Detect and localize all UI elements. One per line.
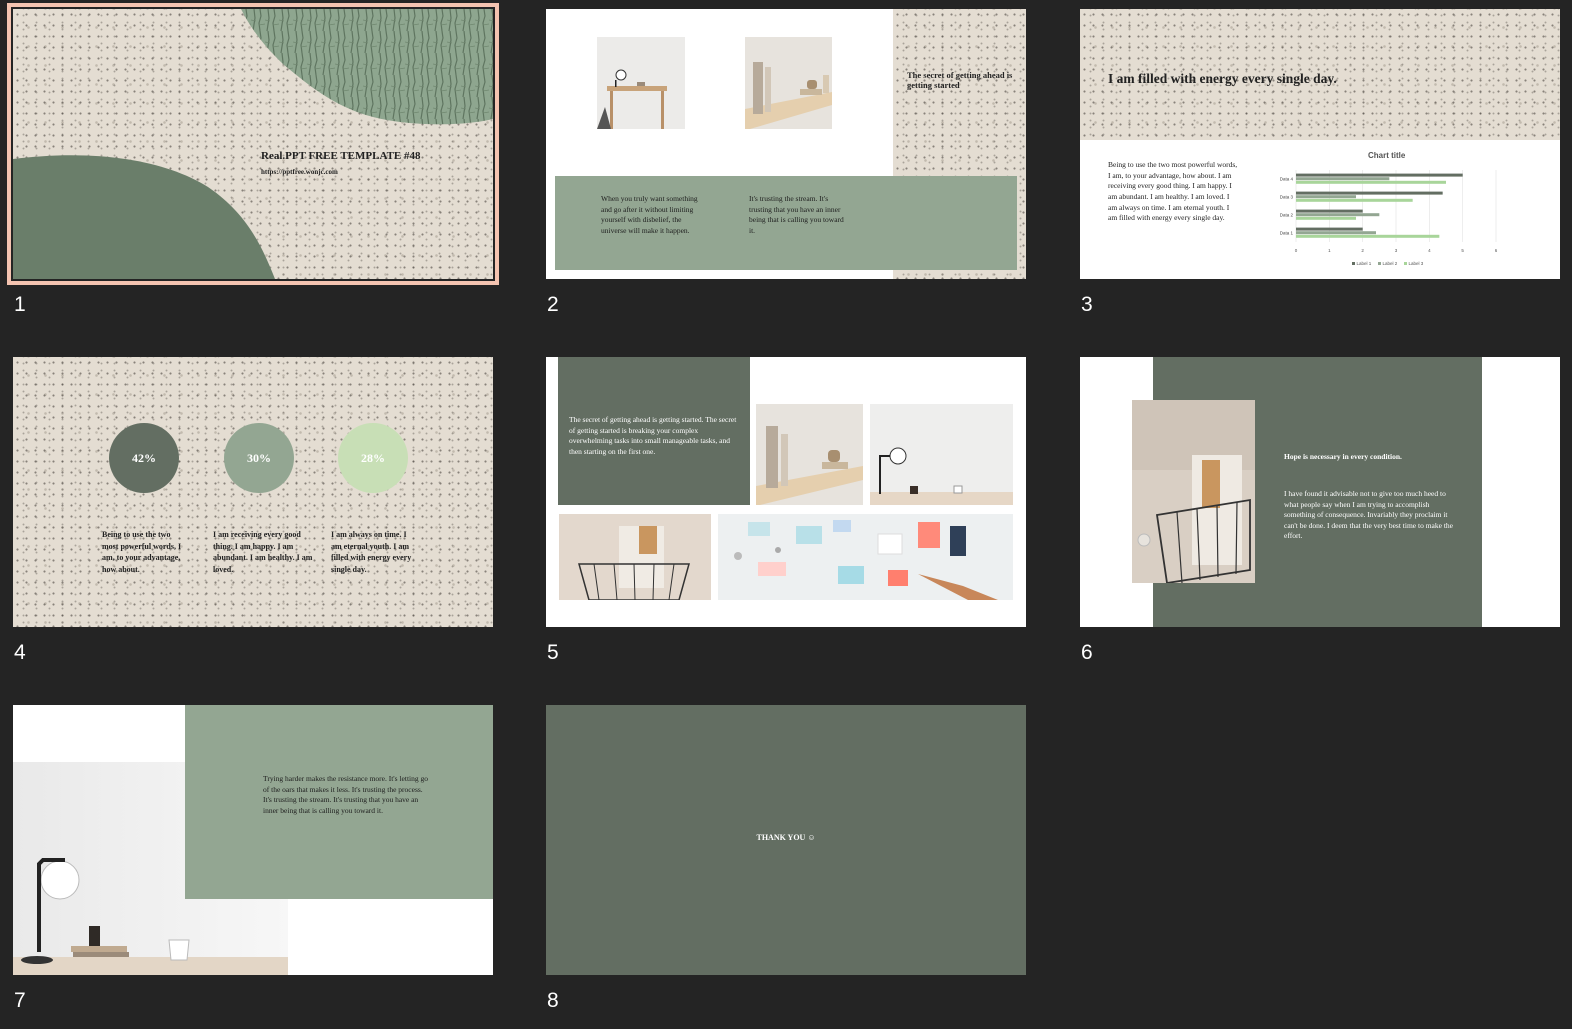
- chart-xtick-label: 6: [1495, 248, 1498, 253]
- slide-thumbnail-6[interactable]: Hope is necessary in every condition. I …: [1080, 357, 1560, 664]
- slide-4-text-1: Being to use the two most powerful words…: [102, 530, 182, 574]
- slide-6-body: I have found it advisable not to give to…: [1284, 489, 1453, 540]
- slide-2-canvas[interactable]: The secret of getting ahead is getting s…: [546, 9, 1026, 279]
- chart-bar: [1296, 231, 1376, 235]
- slide-number-8: 8: [547, 989, 559, 1012]
- slide-2-text-left: When you truly want something and go aft…: [601, 194, 698, 235]
- stat-circle-1: 42%: [109, 423, 179, 493]
- slide-7-canvas[interactable]: Trying harder makes the resistance more.…: [13, 705, 493, 975]
- slide-5-canvas[interactable]: The secret of getting ahead is getting s…: [546, 357, 1026, 627]
- stat-circle-2-label: 30%: [247, 450, 271, 465]
- slide-thumbnail-5[interactable]: The secret of getting ahead is getting s…: [546, 357, 1026, 664]
- stat-circle-1-label: 42%: [132, 450, 156, 465]
- stat-circle-3-label: 28%: [361, 450, 385, 465]
- slide-number-4: 4: [14, 641, 26, 664]
- slide-number-1: 1: [14, 293, 26, 316]
- slide-thumbnail-3[interactable]: I am filled with energy every single day…: [1080, 9, 1560, 316]
- chart-xtick-label: 3: [1395, 248, 1398, 253]
- slide-6-heading: Hope is necessary in every condition.: [1284, 452, 1402, 461]
- slide-1-url: https://pptfree.wonjc.com: [261, 168, 338, 176]
- chart-legend-swatch: [1404, 262, 1407, 265]
- chart-bar: [1296, 213, 1380, 217]
- slide-7-body: Trying harder makes the resistance more.…: [263, 774, 428, 815]
- chart-bar: [1296, 209, 1363, 213]
- chart-category-label: Data 2: [1280, 213, 1294, 218]
- chart-xtick-label: 1: [1328, 248, 1331, 253]
- bar-chart: 0 1 2 3 4 5 6 Data 1 Data 2 Data 3 Data 4 Label 1 La…: [1280, 170, 1498, 266]
- slide-thumbnail-1[interactable]: Real.PPT FREE TEMPLATE #48 https://pptfr…: [7, 3, 499, 316]
- slide-number-7: 7: [14, 989, 26, 1012]
- basket-photo: [559, 514, 711, 600]
- slide-thumbnail-2[interactable]: The secret of getting ahead is getting s…: [546, 9, 1026, 316]
- chart-xtick-label: 0: [1295, 248, 1298, 253]
- chart-category-label: Data 3: [1280, 195, 1294, 200]
- slide-number-5: 5: [547, 641, 559, 664]
- basket-photo-2: [1132, 400, 1255, 583]
- slide-number-6: 6: [1081, 641, 1093, 664]
- slide-5-text: The secret of getting ahead is getting s…: [569, 415, 737, 456]
- chart-xtick-label: 2: [1361, 248, 1364, 253]
- slide-thumbnail-7[interactable]: Trying harder makes the resistance more.…: [13, 705, 493, 1012]
- chart-bar: [1296, 234, 1440, 238]
- slide-4-text-3: I am always on time. I am eternal youth.…: [331, 530, 412, 574]
- slide-4-text-2: I am receiving every good thing. I am ha…: [213, 530, 313, 574]
- slide-2-text-right: It's trusting the stream. It's trusting …: [749, 194, 844, 235]
- chart-bar: [1296, 227, 1363, 231]
- chart-legend-swatch: [1378, 262, 1381, 265]
- slide-thumbnail-4[interactable]: 42% 30% 28% Being to use the two most po…: [13, 357, 493, 664]
- chart-legend-label: Label 2: [1383, 261, 1398, 266]
- shelf-photo: [745, 37, 832, 129]
- board-photo: [718, 514, 1013, 600]
- chart-bar: [1296, 198, 1413, 202]
- slide-thumbnail-8[interactable]: THANK YOU ☺ 8: [546, 705, 1026, 1012]
- desk-photo: [597, 37, 685, 129]
- chart-category-label: Data 4: [1280, 177, 1294, 182]
- chart-bar: [1296, 191, 1443, 195]
- slide-1-title: Real.PPT FREE TEMPLATE #48: [261, 150, 421, 162]
- chart-bar: [1296, 180, 1446, 184]
- chart-xtick-label: 4: [1428, 248, 1431, 253]
- slide-1-canvas[interactable]: Real.PPT FREE TEMPLATE #48 https://pptfr…: [13, 9, 493, 279]
- chart-bar: [1296, 173, 1463, 177]
- slide-4-canvas[interactable]: 42% 30% 28% Being to use the two most po…: [13, 357, 493, 627]
- slide-number-2: 2: [547, 293, 559, 316]
- slide-3-canvas[interactable]: I am filled with energy every single day…: [1080, 9, 1560, 279]
- lamp-photo: [870, 404, 1013, 505]
- slide-8-canvas[interactable]: THANK YOU ☺: [546, 705, 1026, 975]
- slide-8-thank-you: THANK YOU ☺: [756, 833, 816, 842]
- slide-2-heading: The secret of getting ahead is getting s…: [907, 70, 1013, 91]
- chart-legend-label: Label 1: [1357, 261, 1372, 266]
- chart-category-label: Data 1: [1280, 231, 1294, 236]
- slide-3-body: Being to use the two most powerful words…: [1108, 160, 1238, 223]
- chart-legend-swatch: [1352, 262, 1355, 265]
- stat-circle-2: 30%: [224, 423, 294, 493]
- chart-bar: [1296, 177, 1390, 181]
- chart-legend-label: Label 3: [1409, 261, 1424, 266]
- chart-title: Chart title: [1368, 151, 1406, 160]
- stat-circle-3: 28%: [338, 423, 408, 493]
- chart-bar: [1296, 216, 1356, 220]
- slide-1-shapes: [13, 9, 493, 279]
- chart-bar: [1296, 195, 1356, 199]
- slide-6-canvas[interactable]: Hope is necessary in every condition. I …: [1080, 357, 1560, 627]
- chart-xtick-label: 5: [1461, 248, 1464, 253]
- shelf-photo-2: [756, 404, 863, 505]
- slide-number-3: 3: [1081, 293, 1093, 316]
- slide-3-heading: I am filled with energy every single day…: [1108, 71, 1337, 86]
